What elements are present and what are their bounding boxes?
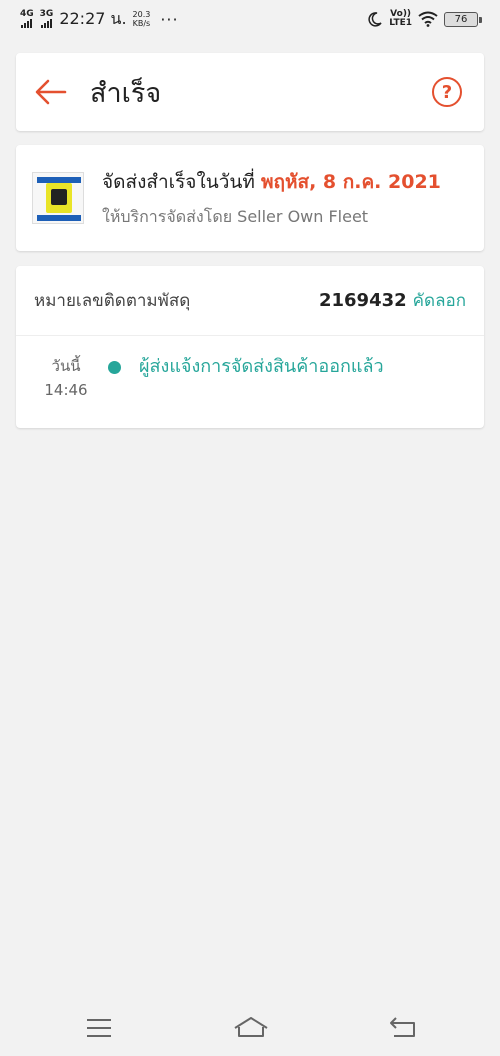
- header-bar: สำเร็จ ?: [16, 53, 484, 131]
- delivery-status: จัดส่งสำเร็จในวันที่ พฤหัส, 8 ก.ค. 2021: [102, 170, 441, 193]
- status-bar: 4G 3G 22:27 น. 20.3 KB/s ··· Vo)) LTE1 7…: [0, 0, 500, 38]
- carrier-info: ให้บริการจัดส่งโดย Seller Own Fleet: [102, 206, 369, 226]
- signal-3g-icon: 3G: [40, 10, 53, 28]
- help-icon: ?: [441, 81, 453, 103]
- help-button[interactable]: ?: [432, 77, 462, 107]
- product-thumbnail: [32, 172, 84, 224]
- tracking-event: วันนี้ 14:46 ผู้ส่งแจ้งการจัดส่งสินค้าออ…: [16, 336, 484, 402]
- delivery-date: พฤหัส, 8 ก.ค. 2021: [260, 170, 441, 193]
- tracking-number: 2169432: [318, 290, 407, 311]
- back-nav-icon[interactable]: [388, 1014, 418, 1042]
- network-speed: 20.3 KB/s: [132, 10, 151, 28]
- system-nav-bar: [0, 1000, 500, 1056]
- home-icon[interactable]: [233, 1014, 269, 1042]
- status-dot-icon: [108, 361, 121, 374]
- back-button[interactable]: [34, 75, 68, 109]
- battery-icon: 76: [444, 11, 482, 27]
- event-description: ผู้ส่งแจ้งการจัดส่งสินค้าออกแล้ว: [139, 356, 384, 377]
- menu-icon[interactable]: [84, 1014, 114, 1042]
- signal-4g-icon: 4G: [20, 10, 34, 28]
- event-timestamp: วันนี้ 14:46: [44, 357, 88, 399]
- page-title: สำเร็จ: [90, 77, 162, 109]
- clock: 22:27 น.: [59, 8, 127, 28]
- arrow-left-icon: [35, 79, 67, 105]
- more-notifications-icon: ···: [160, 9, 179, 29]
- tracking-card: หมายเลขติดตามพัสดุ 2169432 คัดลอก วันนี้…: [16, 266, 484, 428]
- volte-icon: Vo)) LTE1: [389, 9, 412, 28]
- shipment-status-card: จัดส่งสำเร็จในวันที่ พฤหัส, 8 ก.ค. 2021 …: [16, 145, 484, 251]
- moon-icon: [368, 12, 382, 27]
- tracking-number-row: หมายเลขติดตามพัสดุ 2169432 คัดลอก: [16, 266, 484, 336]
- copy-button[interactable]: คัดลอก: [413, 287, 466, 314]
- tracking-label: หมายเลขติดตามพัสดุ: [34, 291, 191, 311]
- wifi-icon: [418, 11, 438, 27]
